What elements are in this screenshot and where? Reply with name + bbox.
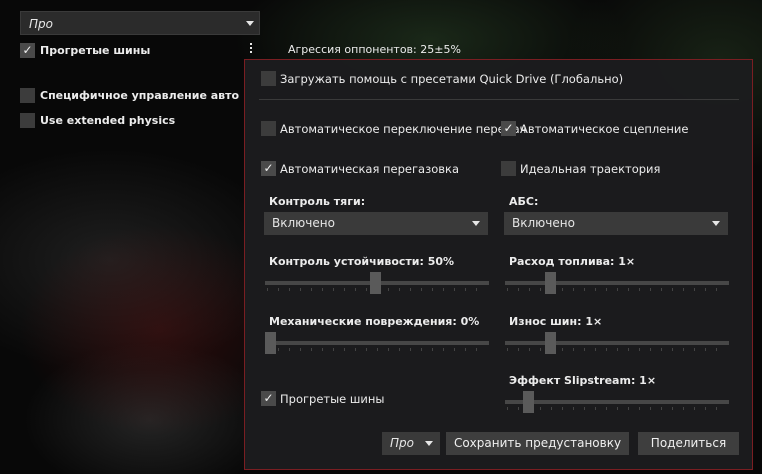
assists-preset-dropdown[interactable]: Про	[20, 11, 260, 35]
assists-popup: Загружать помощь с пресетами Quick Drive…	[244, 59, 753, 470]
fuel-rate-slider[interactable]	[505, 270, 729, 300]
chevron-down-icon	[472, 221, 480, 226]
qd-assists-label: Загружать помощь с пресетами Quick Drive…	[280, 72, 624, 86]
save-preset-button[interactable]: Сохранить предустановку	[446, 432, 629, 455]
ideal-line-label: Идеальная траектория	[520, 162, 661, 176]
auto-blip-label: Автоматическая перегазовка	[280, 162, 460, 176]
abs-dropdown[interactable]: Включено	[504, 212, 728, 235]
divider	[259, 99, 739, 100]
auto-clutch-checkbox[interactable]: ✓	[501, 121, 516, 136]
qd-assists-checkbox[interactable]	[261, 71, 276, 86]
checkmark-icon: ✓	[503, 121, 514, 135]
slipstream-label: Эффект Slipstream: 1×	[509, 374, 657, 387]
assists-settings-view: Про ✓ Прогретые шины Агрессия оппонентов…	[0, 0, 762, 474]
damage-slider[interactable]	[265, 330, 489, 360]
chevron-down-icon	[246, 21, 254, 26]
abs-value: Включено	[512, 216, 575, 230]
slider-thumb[interactable]	[370, 272, 381, 294]
abs-label: АБС:	[509, 195, 539, 208]
fuel-rate-label: Расход топлива: 1×	[509, 255, 636, 268]
share-button[interactable]: Поделиться	[638, 432, 739, 455]
tyre-wear-slider[interactable]	[505, 330, 729, 360]
chevron-down-icon	[425, 441, 433, 446]
tyre-wear-label: Износ шин: 1×	[509, 315, 603, 328]
preset-value: Про	[29, 17, 53, 31]
stability-control-label: Контроль устойчивости: 50%	[269, 255, 455, 268]
traction-control-dropdown[interactable]: Включено	[264, 212, 488, 235]
auto-shift-label: Автоматическое переключение передач	[280, 122, 527, 136]
warm-tyres-checkbox[interactable]: ✓	[20, 43, 35, 58]
popup-preset-dropdown[interactable]: Про	[382, 432, 440, 455]
auto-blip-checkbox[interactable]: ✓	[261, 161, 276, 176]
slider-track	[505, 341, 729, 345]
popup-preset-value: Про	[390, 436, 414, 450]
checkmark-icon: ✓	[263, 391, 274, 405]
slider-ticks	[267, 348, 487, 351]
slider-thumb[interactable]	[545, 332, 556, 354]
slipstream-slider[interactable]	[505, 389, 729, 419]
slider-thumb[interactable]	[265, 332, 276, 354]
slider-ticks	[507, 288, 727, 291]
ideal-line-checkbox[interactable]	[501, 161, 516, 176]
popup-warm-tyres-checkbox[interactable]: ✓	[261, 391, 276, 406]
warm-tyres-label: Прогретые шины	[40, 44, 151, 57]
checkmark-icon: ✓	[22, 43, 33, 57]
car-specific-checkbox[interactable]	[20, 88, 35, 103]
ai-aggression-text: Агрессия оппонентов: 25±5%	[288, 43, 461, 56]
extended-physics-checkbox[interactable]	[20, 113, 35, 128]
damage-label: Механические повреждения: 0%	[269, 315, 480, 328]
auto-clutch-label: Автоматическое сцепление	[520, 122, 689, 136]
checkmark-icon: ✓	[263, 161, 274, 175]
slider-track	[265, 341, 489, 345]
traction-control-label: Контроль тяги:	[269, 195, 366, 208]
traction-control-value: Включено	[272, 216, 335, 230]
stability-control-slider[interactable]	[265, 270, 489, 300]
extended-physics-label: Use extended physics	[40, 114, 176, 127]
popup-warm-tyres-label: Прогретые шины	[280, 392, 385, 406]
more-options-icon[interactable]	[249, 43, 253, 57]
slider-thumb[interactable]	[545, 272, 556, 294]
slider-track	[505, 281, 729, 285]
chevron-down-icon	[712, 221, 720, 226]
slider-track	[505, 400, 729, 404]
slider-thumb[interactable]	[523, 391, 534, 413]
auto-shift-checkbox[interactable]	[261, 121, 276, 136]
slider-ticks	[507, 407, 727, 410]
slider-ticks	[507, 348, 727, 351]
car-specific-label: Специфичное управление авто	[40, 89, 240, 102]
